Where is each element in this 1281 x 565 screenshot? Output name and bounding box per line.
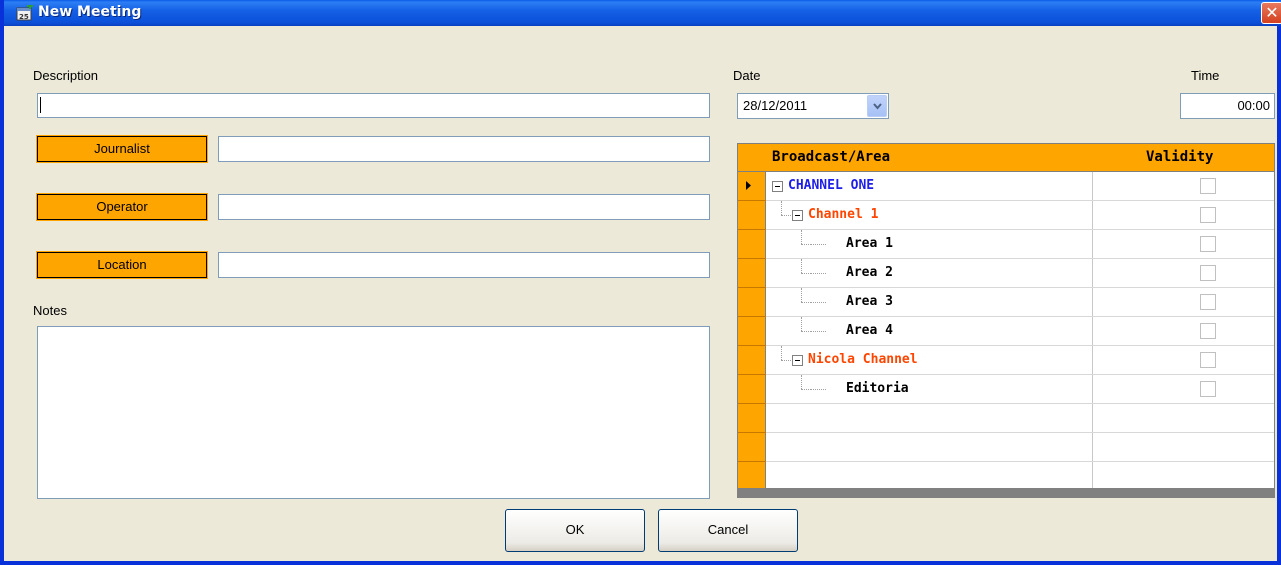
operator-button[interactable]: Operator	[36, 193, 208, 221]
tree-connector	[801, 230, 802, 244]
date-picker[interactable]: 28/12/2011	[737, 93, 889, 119]
tree-node-label: Area 4	[846, 323, 893, 338]
row-header-cell[interactable]	[738, 346, 766, 375]
table-row[interactable]: Channel 1	[766, 201, 1274, 230]
table-row[interactable]	[766, 462, 1274, 491]
broadcast-area-grid[interactable]: Broadcast/Area Validity CHANNEL ONE Chann…	[737, 143, 1275, 498]
table-row[interactable]: Area 1	[766, 230, 1274, 259]
row-header-cell[interactable]	[738, 462, 766, 491]
time-input[interactable]: 00:00	[1180, 93, 1275, 119]
journalist-field[interactable]	[218, 136, 710, 162]
validity-checkbox[interactable]	[1200, 323, 1216, 339]
current-row-arrow-icon	[746, 181, 751, 190]
collapse-toggle-icon[interactable]	[792, 210, 803, 221]
svg-text:25: 25	[19, 13, 29, 21]
table-row[interactable]: Area 3	[766, 288, 1274, 317]
tree-connector	[781, 360, 791, 361]
description-label: Description	[33, 68, 99, 83]
validity-checkbox[interactable]	[1200, 265, 1216, 281]
cancel-button[interactable]: Cancel	[658, 509, 798, 552]
row-header-cell[interactable]	[738, 404, 766, 433]
tree-connector	[810, 389, 826, 390]
column-header-broadcast-area[interactable]: Broadcast/Area	[772, 149, 890, 165]
validity-checkbox[interactable]	[1200, 294, 1216, 310]
close-button[interactable]: ✕	[1261, 2, 1281, 24]
tree-connector	[801, 375, 802, 389]
tree-connector	[801, 244, 809, 245]
date-label: Date	[733, 68, 761, 83]
tree-node-label: CHANNEL ONE	[788, 178, 875, 193]
tree-connector	[801, 259, 802, 273]
time-value: 00:00	[1237, 98, 1270, 113]
table-row[interactable]: Area 4	[766, 317, 1274, 346]
tree-node-label: Area 1	[846, 236, 893, 251]
validity-checkbox[interactable]	[1200, 352, 1216, 368]
tree-connector	[801, 288, 802, 302]
tree-connector	[810, 273, 826, 274]
row-header-cell[interactable]	[738, 201, 766, 230]
date-value: 28/12/2011	[743, 98, 808, 113]
collapse-toggle-icon[interactable]	[772, 181, 783, 192]
validity-checkbox[interactable]	[1200, 178, 1216, 194]
operator-field[interactable]	[218, 194, 710, 220]
date-dropdown-button[interactable]	[867, 95, 887, 117]
tree-connector	[801, 317, 802, 331]
tree-connector	[781, 215, 791, 216]
location-button[interactable]: Location	[36, 251, 208, 279]
notes-label: Notes	[33, 303, 67, 318]
tree-connector	[801, 273, 809, 274]
collapse-toggle-icon[interactable]	[792, 355, 803, 366]
tree-connector	[781, 201, 782, 215]
table-row[interactable]	[766, 404, 1274, 433]
tree-connector	[810, 302, 826, 303]
journalist-button[interactable]: Journalist	[36, 135, 208, 163]
table-row[interactable]: CHANNEL ONE	[766, 172, 1274, 201]
table-row[interactable]: Nicola Channel	[766, 346, 1274, 375]
tree-connector	[801, 389, 809, 390]
tree-node-label: Channel 1	[808, 207, 879, 222]
ok-button[interactable]: OK	[505, 509, 645, 552]
calendar-add-icon: 25	[16, 5, 33, 21]
tree-connector	[810, 244, 826, 245]
title-bar[interactable]: 25 New Meeting ✕	[4, 0, 1281, 26]
text-caret	[40, 97, 41, 113]
window-title: New Meeting	[38, 4, 142, 20]
tree-node-label: Area 2	[846, 265, 893, 280]
row-header-cell[interactable]	[738, 375, 766, 404]
row-header-cell[interactable]	[738, 230, 766, 259]
grid-footer-bar	[738, 488, 1274, 497]
row-header-cell[interactable]	[738, 288, 766, 317]
tree-connector	[801, 331, 809, 332]
row-header-cell[interactable]	[738, 433, 766, 462]
new-meeting-window: 25 New Meeting ✕ Description Journalist …	[0, 0, 1281, 565]
table-row[interactable]	[766, 433, 1274, 462]
validity-checkbox[interactable]	[1200, 236, 1216, 252]
column-header-validity[interactable]: Validity	[1146, 149, 1213, 165]
tree-node-label: Editoria	[846, 381, 909, 396]
tree-connector	[810, 331, 826, 332]
notes-textarea[interactable]	[37, 326, 710, 499]
row-header-cell[interactable]	[738, 317, 766, 346]
location-field[interactable]	[218, 252, 710, 278]
row-header-cell[interactable]	[738, 172, 766, 201]
validity-checkbox[interactable]	[1200, 207, 1216, 223]
description-input[interactable]	[37, 93, 710, 118]
tree-connector	[781, 346, 782, 360]
time-label: Time	[1191, 68, 1220, 83]
tree-node-label: Area 3	[846, 294, 893, 309]
tree-connector	[801, 302, 809, 303]
table-row[interactable]: Area 2	[766, 259, 1274, 288]
row-header-cell[interactable]	[738, 259, 766, 288]
grid-header: Broadcast/Area Validity	[738, 144, 1274, 172]
chevron-down-icon	[873, 103, 882, 110]
validity-checkbox[interactable]	[1200, 381, 1216, 397]
table-row[interactable]: Editoria	[766, 375, 1274, 404]
tree-node-label: Nicola Channel	[808, 352, 918, 367]
